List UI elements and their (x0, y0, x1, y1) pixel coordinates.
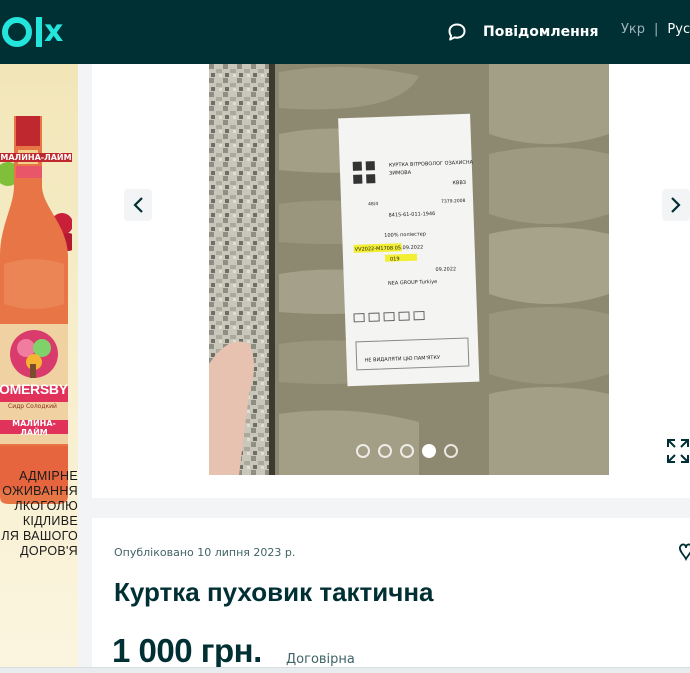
side-advertisement[interactable]: SOMERSBY МАЛИНА-ЛАЙМ Сидр Солодкий МАЛИН… (0, 64, 78, 673)
lang-separator: | (654, 22, 659, 37)
messages-label: Повідомлення (483, 24, 599, 40)
gallery-dot[interactable] (356, 444, 370, 458)
gallery-pagination (356, 444, 458, 458)
top-header: x Повідомлення Укр | Рус (0, 0, 690, 64)
label-size: 48/4 (368, 201, 378, 207)
listing-photo[interactable]: КУРТКА ВІТРОВОЛОГ ОЗАХИСНА ЗИМОВА КВВЗ 4… (209, 64, 609, 475)
cider-bottle-image (0, 116, 72, 504)
olx-logo[interactable]: x (0, 14, 63, 50)
bottom-divider (0, 667, 690, 673)
gallery-dot[interactable] (378, 444, 392, 458)
ad-flavor-top: МАЛИНА-ЛАЙМ (0, 153, 72, 162)
label-line2: ЗИМОВА (389, 170, 412, 177)
logo-l-shape (36, 17, 42, 47)
published-date: Опубліковано 10 липня 2023 р. (114, 546, 296, 559)
logo-x-shape: x (44, 14, 64, 49)
gallery-dot[interactable] (444, 444, 458, 458)
language-switcher: Укр | Рус (621, 22, 690, 37)
ad-brand-text: SOMERSBY (0, 381, 68, 397)
gallery-dot-active[interactable] (422, 444, 436, 458)
logo-o-shape (2, 17, 32, 47)
heart-icon[interactable] (679, 543, 690, 561)
label-spec: 7379.2008 (441, 198, 466, 205)
listing-title: Куртка пуховик тактична (114, 577, 434, 607)
ad-small-text: Сидр Солодкий (8, 403, 57, 410)
messages-link[interactable]: Повідомлення (447, 20, 598, 44)
lang-rus[interactable]: Рус (667, 22, 690, 37)
label-code: КВВЗ (452, 180, 466, 186)
fullscreen-expand-icon[interactable] (666, 438, 690, 464)
listing-price: 1 000 грн. (112, 632, 262, 669)
lang-ukr[interactable]: Укр (621, 22, 645, 37)
gallery-prev-button[interactable] (124, 189, 152, 221)
ad-warning-text: АДМІРНЕ ОЖИВАННЯ ЛКОГОЛЮ КІДЛИВЕ ЛЯ ВАШО… (1, 469, 78, 558)
gallery-dot[interactable] (400, 444, 414, 458)
label-num: 019 (390, 256, 400, 262)
ad-flavor-bottom: МАЛИНА-ЛАЙМ (12, 419, 56, 437)
label-date: 09.2022 (435, 266, 456, 273)
chevron-right-icon (671, 197, 681, 213)
chat-bubble-icon (448, 23, 466, 41)
chevron-left-icon (133, 197, 143, 213)
negotiable-label: Договірна (286, 652, 355, 667)
gallery-next-button[interactable] (662, 189, 690, 221)
